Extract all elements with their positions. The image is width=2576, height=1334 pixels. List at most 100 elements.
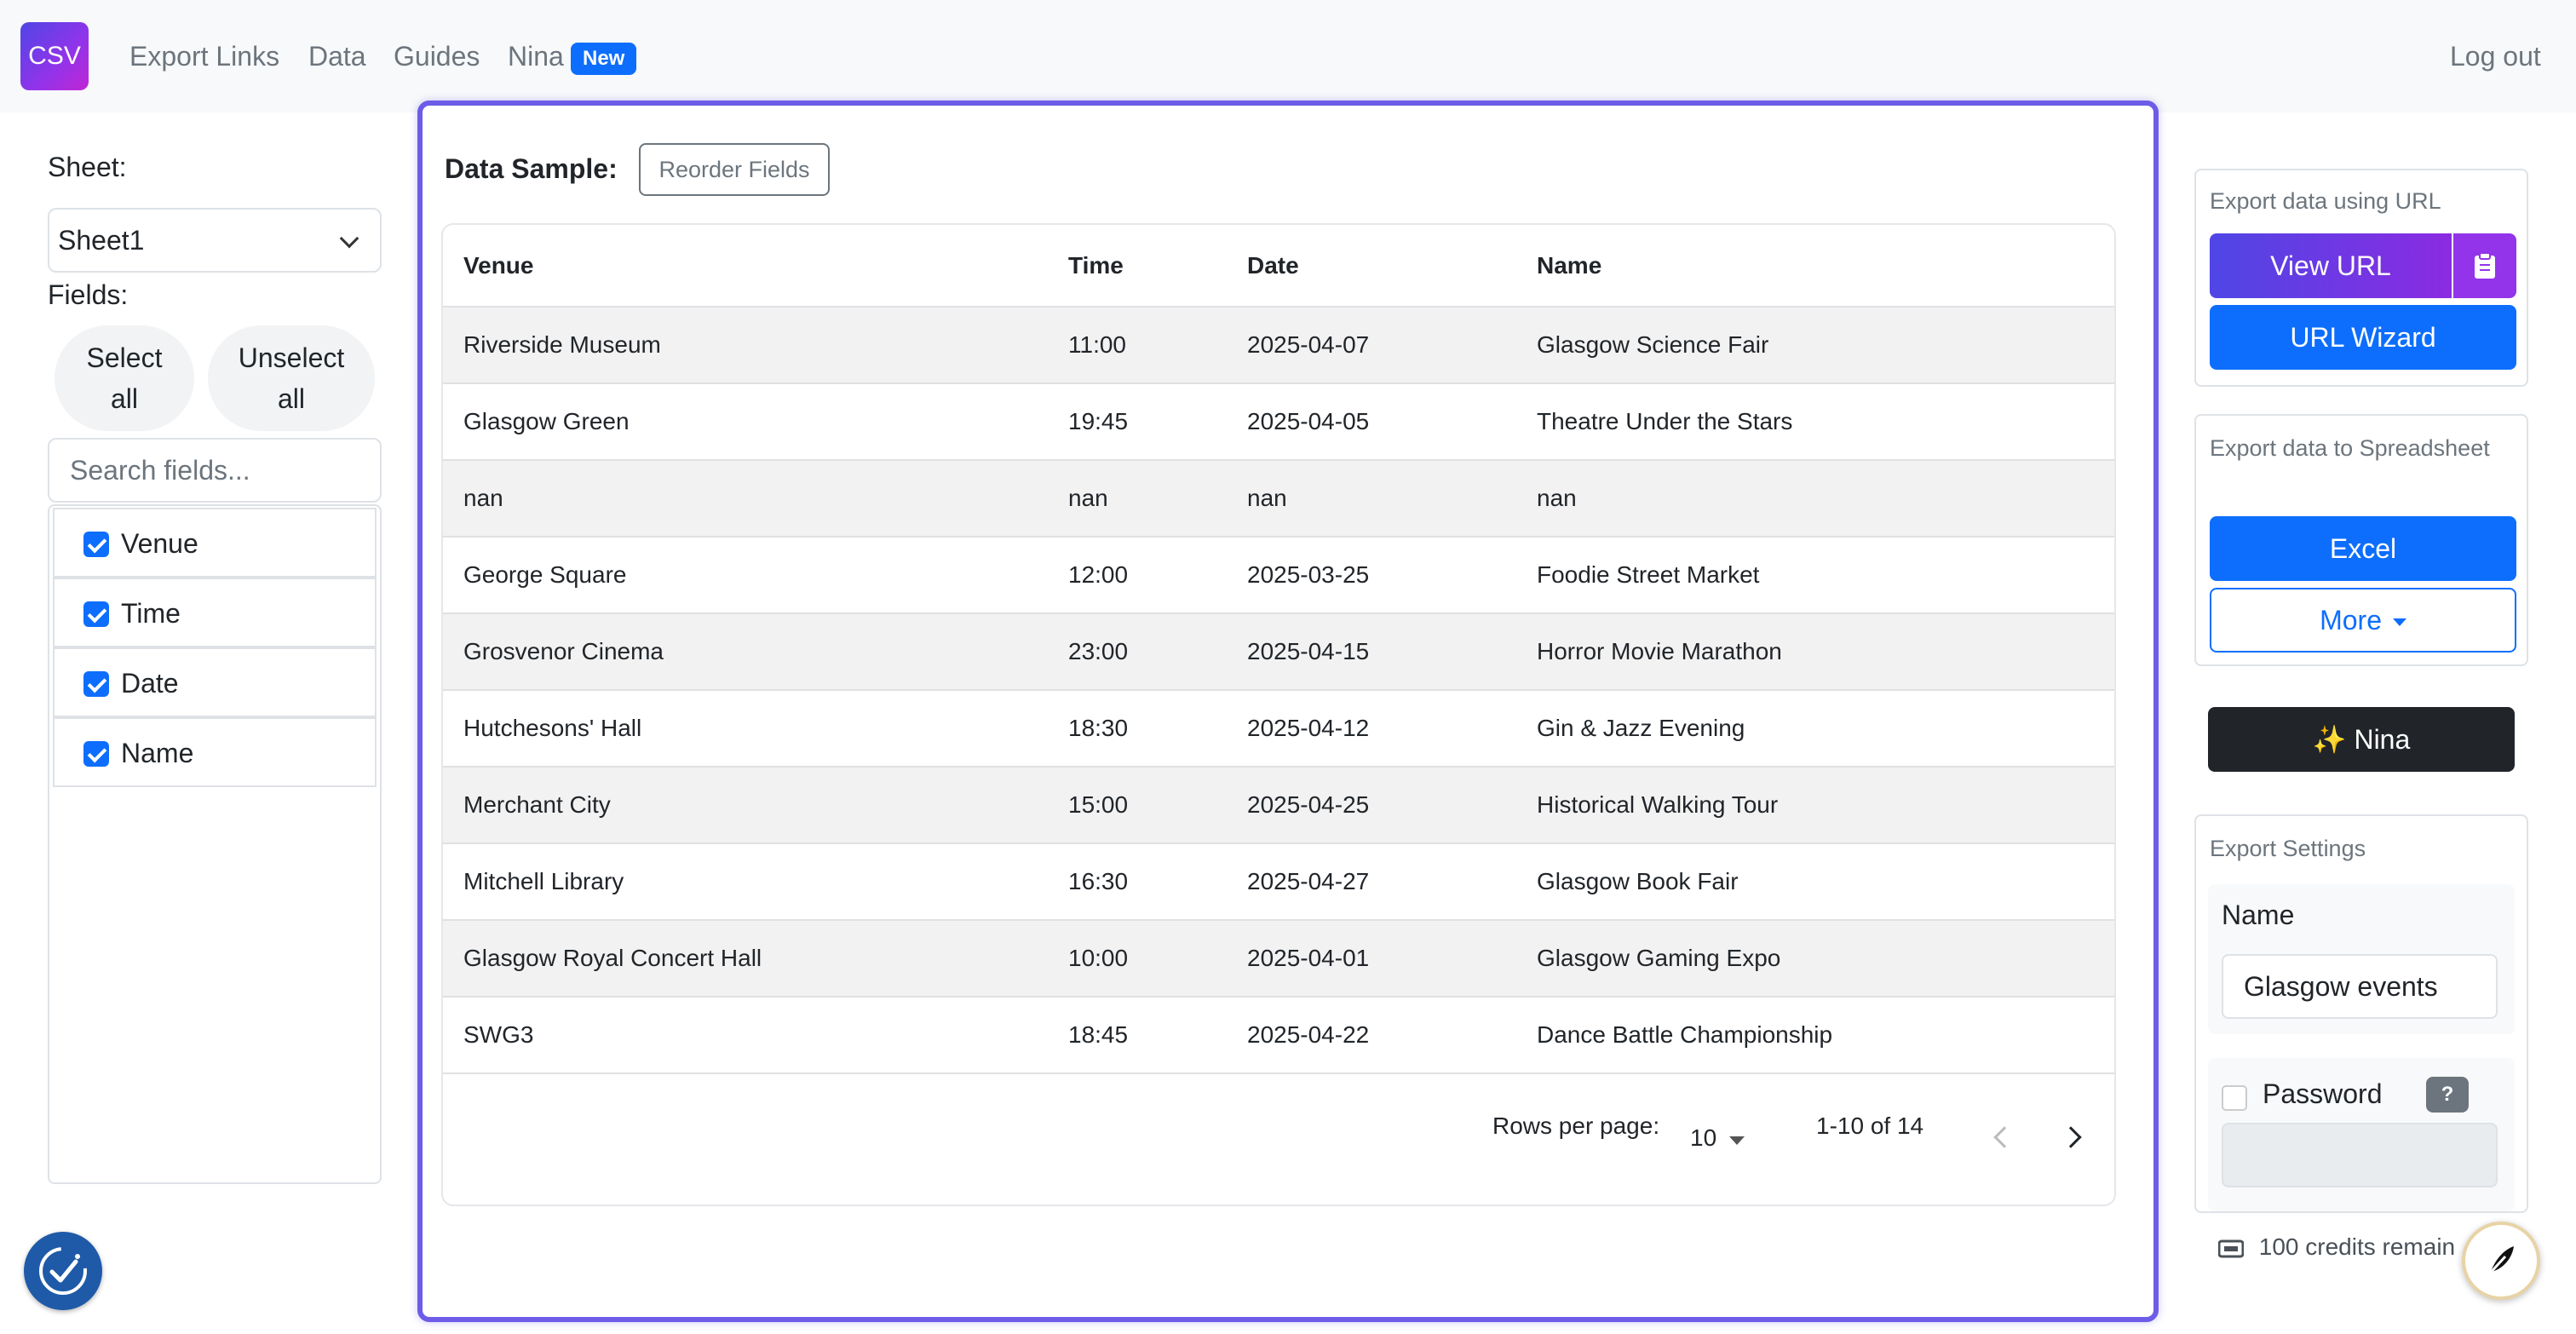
- nav-nina[interactable]: Nina: [508, 37, 564, 75]
- column-header-venue[interactable]: Venue: [443, 225, 1048, 308]
- more-dropdown-button[interactable]: More: [2210, 588, 2516, 653]
- unselect-all-label-line2: all: [277, 383, 305, 414]
- table-cell: 23:00: [1068, 638, 1129, 664]
- field-item-venue[interactable]: Venue: [53, 508, 377, 578]
- fields-list: Venue Time Date Name: [48, 504, 382, 1184]
- logout-link[interactable]: Log out: [2450, 37, 2541, 75]
- field-item-name[interactable]: Name: [53, 717, 377, 787]
- checkbox-checked-icon[interactable]: [83, 741, 109, 767]
- chevron-down-icon: [339, 228, 359, 249]
- password-setting-panel: Password ?: [2208, 1058, 2515, 1211]
- name-setting-panel: Name: [2208, 884, 2515, 1034]
- export-settings-card: Export Settings Name Password ?: [2194, 814, 2528, 1213]
- table-cell: nan: [463, 485, 503, 511]
- table-cell: 11:00: [1068, 331, 1126, 358]
- nina-button[interactable]: ✨ Nina: [2208, 707, 2515, 772]
- nav-data[interactable]: Data: [308, 37, 366, 75]
- field-label: Name: [121, 738, 194, 768]
- data-sample-title: Data Sample:: [445, 153, 618, 184]
- field-item-time[interactable]: Time: [53, 578, 377, 647]
- unselect-all-button[interactable]: Unselect all: [208, 325, 375, 431]
- table-cell: Dance Battle Championship: [1537, 1021, 1833, 1048]
- top-navbar: CSV Export Links Data Guides Nina New Lo…: [0, 0, 2576, 112]
- table-cell: Hutchesons' Hall: [463, 715, 642, 741]
- table-cell: 2025-04-25: [1247, 791, 1370, 818]
- password-checkbox[interactable]: [2222, 1085, 2247, 1111]
- table-row: nan nan nan nan: [443, 460, 2114, 537]
- chevron-left-icon[interactable]: [1993, 1126, 2015, 1148]
- checkbox-checked-icon[interactable]: [83, 671, 109, 697]
- table-pagination: Rows per page: 10 1-10 of 14: [443, 1077, 2114, 1205]
- name-label: Name: [2222, 900, 2295, 930]
- accessibility-check-icon: [39, 1247, 87, 1295]
- column-header-time[interactable]: Time: [1048, 225, 1227, 308]
- url-wizard-button[interactable]: URL Wizard: [2210, 305, 2516, 370]
- sheet-label: Sheet:: [48, 152, 127, 182]
- password-help-icon[interactable]: ?: [2426, 1077, 2469, 1113]
- app-logo[interactable]: CSV: [20, 22, 89, 90]
- nav-export-links[interactable]: Export Links: [129, 37, 279, 75]
- accessibility-button[interactable]: [24, 1232, 102, 1310]
- column-header-date[interactable]: Date: [1227, 225, 1516, 308]
- export-spreadsheet-heading: Export data to Spreadsheet: [2210, 435, 2490, 461]
- export-url-card: Export data using URL View URL URL Wizar…: [2194, 169, 2528, 387]
- chevron-right-icon[interactable]: [2060, 1126, 2082, 1148]
- field-label: Venue: [121, 528, 198, 559]
- table-cell: 2025-04-22: [1247, 1021, 1370, 1048]
- table-row: Riverside Museum 11:00 2025-04-07 Glasgo…: [443, 307, 2114, 383]
- caret-down-icon: [2392, 618, 2406, 627]
- ticket-icon: [2217, 1239, 2245, 1258]
- copy-url-button[interactable]: [2453, 233, 2516, 298]
- rows-per-page-label: Rows per page:: [1492, 1113, 1660, 1139]
- table-cell: 2025-04-05: [1247, 408, 1370, 434]
- table-cell: 15:00: [1068, 791, 1129, 818]
- table-row: Merchant City 15:00 2025-04-25 Historica…: [443, 767, 2114, 843]
- table-row: Grosvenor Cinema 23:00 2025-04-15 Horror…: [443, 613, 2114, 690]
- nina-chat-button[interactable]: [2462, 1222, 2540, 1300]
- clipboard-icon: [2475, 252, 2495, 279]
- export-name-input[interactable]: [2222, 954, 2498, 1019]
- export-spreadsheet-card: Export data to Spreadsheet Excel More: [2194, 414, 2528, 666]
- table-row: Hutchesons' Hall 18:30 2025-04-12 Gin & …: [443, 690, 2114, 767]
- sheet-select[interactable]: Sheet1: [48, 208, 382, 273]
- table-cell: Foodie Street Market: [1537, 561, 1760, 588]
- table-cell: nan: [1068, 485, 1108, 511]
- rows-per-page-select[interactable]: 10: [1690, 1124, 1716, 1152]
- search-fields-input[interactable]: [48, 438, 382, 503]
- select-all-button[interactable]: Select all: [55, 325, 194, 431]
- table-cell: 10:00: [1068, 945, 1129, 971]
- select-all-label-line2: all: [110, 383, 138, 414]
- table-cell: Glasgow Book Fair: [1537, 868, 1739, 894]
- table-cell: George Square: [463, 561, 627, 588]
- data-sample-card: Data Sample: Reorder Fields Venue Time D…: [417, 101, 2159, 1322]
- nav-guides[interactable]: Guides: [394, 37, 480, 75]
- excel-button[interactable]: Excel: [2210, 516, 2516, 581]
- checkbox-checked-icon[interactable]: [83, 532, 109, 557]
- password-input[interactable]: [2222, 1123, 2498, 1187]
- table-row: Glasgow Royal Concert Hall 10:00 2025-04…: [443, 920, 2114, 997]
- reorder-fields-button[interactable]: Reorder Fields: [639, 143, 830, 196]
- export-url-heading: Export data using URL: [2210, 188, 2441, 214]
- table-cell: Merchant City: [463, 791, 611, 818]
- table-cell: nan: [1247, 485, 1287, 511]
- table-row: Glasgow Green 19:45 2025-04-05 Theatre U…: [443, 383, 2114, 460]
- more-label: More: [2320, 605, 2382, 635]
- table-cell: Riverside Museum: [463, 331, 661, 358]
- data-table: Venue Time Date Name Riverside Museum 11…: [443, 225, 2114, 1074]
- table-cell: Glasgow Gaming Expo: [1537, 945, 1781, 971]
- field-label: Time: [121, 598, 181, 629]
- export-settings-heading: Export Settings: [2210, 836, 2366, 861]
- caret-down-icon[interactable]: [1729, 1136, 1745, 1145]
- column-header-name[interactable]: Name: [1516, 225, 2114, 308]
- table-cell: 12:00: [1068, 561, 1129, 588]
- checkbox-checked-icon[interactable]: [83, 601, 109, 627]
- field-item-date[interactable]: Date: [53, 647, 377, 717]
- page-range-text: 1-10 of 14: [1816, 1113, 1924, 1139]
- table-cell: 2025-04-01: [1247, 945, 1370, 971]
- table-cell: 2025-04-15: [1247, 638, 1370, 664]
- select-all-label-line1: Select: [86, 342, 163, 373]
- unselect-all-label-line1: Unselect: [238, 342, 345, 373]
- feather-icon: [2485, 1246, 2514, 1279]
- table-row: Mitchell Library 16:30 2025-04-27 Glasgo…: [443, 843, 2114, 920]
- view-url-button[interactable]: View URL: [2210, 233, 2452, 298]
